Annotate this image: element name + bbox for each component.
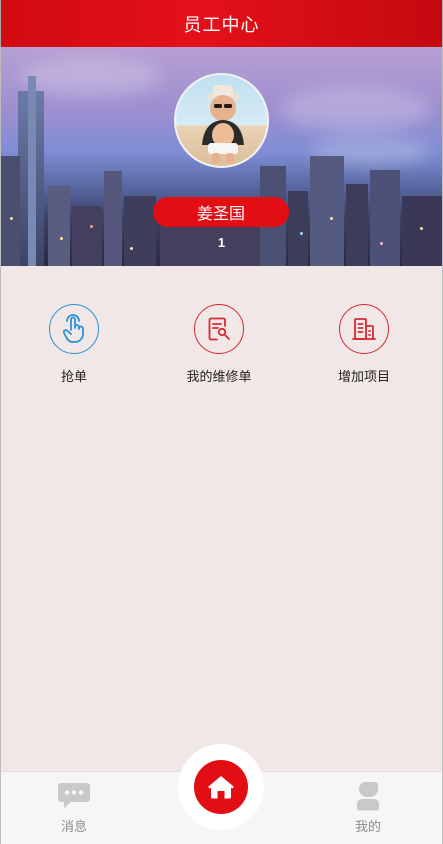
add-project-button[interactable]: 增加项目 [291, 304, 437, 385]
tap-hand-icon [49, 304, 99, 354]
profile-banner: 姜圣国 1 [0, 47, 443, 266]
function-menu: 抢单 我的维修单 增加项目 [0, 266, 443, 771]
avatar[interactable] [174, 73, 269, 168]
page-title: 员工中心 [183, 14, 260, 35]
grab-order-button[interactable]: 抢单 [1, 304, 147, 385]
add-project-label: 增加项目 [337, 369, 390, 384]
home-button-ring [178, 744, 264, 830]
user-profile-icon [328, 778, 408, 814]
nav-mine-label: 我的 [354, 819, 381, 834]
building-icon [339, 304, 389, 354]
left-frame-border [0, 47, 1, 844]
nav-messages[interactable]: 消息 [34, 778, 114, 835]
my-repair-orders-label: 我的维修单 [186, 369, 252, 384]
app-header: 员工中心 [0, 0, 443, 47]
grab-order-label: 抢单 [60, 369, 87, 384]
home-icon [207, 774, 235, 800]
nav-mine[interactable]: 我的 [328, 778, 408, 835]
nav-messages-label: 消息 [60, 819, 87, 834]
home-button[interactable] [194, 760, 248, 814]
message-icon [34, 778, 114, 814]
user-name-badge: 姜圣国 [153, 197, 289, 227]
repair-order-icon [194, 304, 244, 354]
user-number: 1 [217, 235, 226, 250]
my-repair-orders-button[interactable]: 我的维修单 [146, 304, 292, 385]
